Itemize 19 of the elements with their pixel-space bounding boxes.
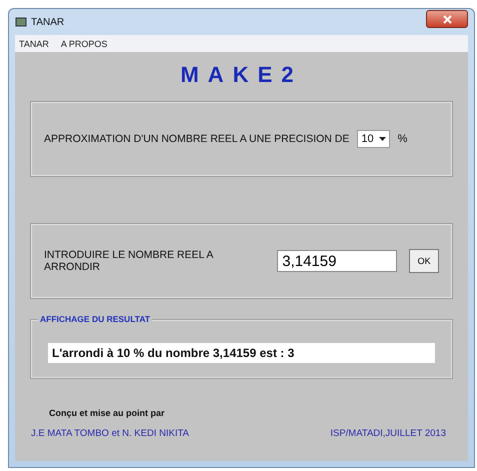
app-icon [15,17,27,27]
dropdown-arrow-icon [378,136,386,142]
close-button[interactable] [426,10,468,28]
percent-unit: % [398,133,408,145]
number-input[interactable]: 3,14159 [277,250,398,272]
menu-item[interactable]: A PROPOS [60,38,108,48]
group-title: AFFICHAGE DU RESULTAT [38,314,152,324]
authors-text: J.E MATA TOMBO et N. KEDI NIKITA [31,428,190,439]
menu-item[interactable]: TANAR [19,38,49,48]
number-label: INTRODUIRE LE NOMBRE REEL A ARRONDIR [44,249,214,273]
precision-dropdown[interactable]: 10 [357,130,390,148]
credit-text: Conçu et mise au point par [49,408,166,418]
ok-button[interactable]: OK [409,249,439,273]
place-date-text: ISP/MATADI,JUILLET 2013 [330,428,446,439]
close-icon [442,14,452,24]
app-heading: MAKE2 [179,62,304,88]
window-title: TANAR [31,16,64,28]
precision-label: APPROXIMATION D'UN NOMBRE REEL A UNE PRECISION DE [44,133,350,145]
result-text: L'arrondi à 10 % du nombre 3,14159 est : 3 [48,343,435,363]
